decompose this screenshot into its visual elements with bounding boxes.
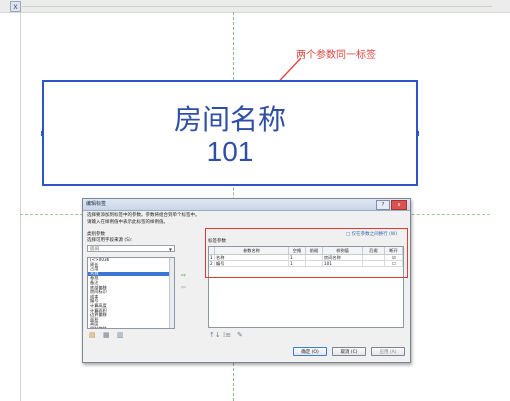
edit-label-dialog: 编辑标签 ? x 选择要添加到标签中的参数。参数将组合到单个标签中。 请输入在样… <box>82 198 411 363</box>
list-item[interactable]: 限制偏移 <box>88 326 174 328</box>
tag-grip-left[interactable] <box>41 131 44 136</box>
remove-parameter-arrow-icon[interactable]: ⇦ <box>181 285 186 291</box>
format-icon[interactable]: ✎ <box>237 332 243 339</box>
category-combo[interactable]: 房间 ▼ <box>87 245 175 252</box>
view-left-border <box>20 12 21 401</box>
close-button[interactable]: x <box>391 200 407 210</box>
cancel-button[interactable]: 取消 (C) <box>332 347 366 356</box>
help-button[interactable]: ? <box>376 200 390 210</box>
tag-room-number: 101 <box>206 136 254 167</box>
instruction-2: 请输入在样例值中表示此标签的样例值。 <box>87 220 168 225</box>
instruction-1: 选择要添加到标签中的参数。参数将组合到单个标签中。 <box>87 213 200 218</box>
edit-row-icon[interactable]: ⁞≡ <box>223 332 231 339</box>
close-icon[interactable]: x <box>10 1 21 12</box>
available-fields-list[interactable]: (<>0036 周长 占用 名称 基准 备注 底部偏移 房间标识 成本 编号 计算高度 计算面积 边界偏… <box>87 257 175 329</box>
new-parameter-icon[interactable]: ▤ <box>89 332 96 339</box>
add-parameter-arrow-icon[interactable]: ⇨ <box>181 273 186 279</box>
tag-label-box[interactable]: 房间名称 101 <box>42 80 418 186</box>
tag-room-name: 房间名称 <box>173 103 286 136</box>
category-combo-value: 房间 <box>90 247 99 252</box>
annotation-text: 两个参数同一标签 <box>296 50 376 61</box>
chevron-down-icon: ▼ <box>168 247 172 252</box>
dialog-title: 编辑标签 <box>83 199 410 211</box>
ok-button[interactable]: 确定 (O) <box>293 347 327 356</box>
move-up-icon[interactable]: ↑↓ <box>209 332 221 339</box>
apply-button[interactable]: 应用 (A) <box>371 347 405 356</box>
highlight-rectangle <box>205 228 408 278</box>
delete-parameter-icon[interactable]: ▥ <box>117 332 124 339</box>
category-sub-label: 选择可用字段来源 (S): <box>87 238 133 243</box>
list-scrollbar[interactable] <box>169 258 174 328</box>
edit-parameter-icon[interactable]: ▦ <box>103 332 110 339</box>
tag-grip-right[interactable] <box>416 131 419 136</box>
top-bar-line <box>22 6 492 7</box>
